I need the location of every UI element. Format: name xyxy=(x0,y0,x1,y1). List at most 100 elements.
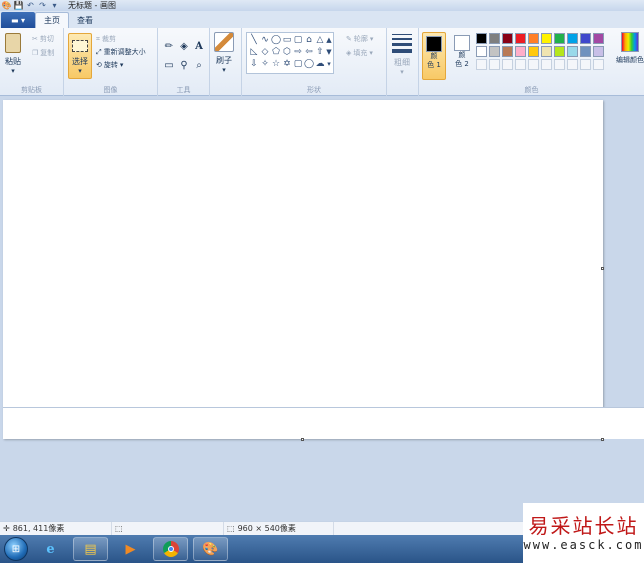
pencil-icon[interactable]: ✏ xyxy=(163,40,175,52)
five-point-star-shape-icon[interactable]: ☆ xyxy=(271,59,281,69)
more-shapes-icon[interactable]: ▾ xyxy=(325,59,333,69)
diamond-shape-icon[interactable]: ◇ xyxy=(260,47,270,57)
cloud-callout-shape-icon[interactable]: ☁ xyxy=(315,59,325,69)
palette-swatch[interactable] xyxy=(554,46,565,57)
palette-swatch[interactable] xyxy=(593,33,604,44)
palette-swatch[interactable] xyxy=(528,46,539,57)
file-menu-button[interactable]: ▬ ▾ xyxy=(1,12,35,28)
oval-callout-shape-icon[interactable]: ◯ xyxy=(304,59,314,69)
palette-swatch[interactable] xyxy=(502,46,513,57)
custom-color-slot[interactable] xyxy=(476,59,487,70)
up-arrow-shape-icon[interactable]: ⇧ xyxy=(315,47,325,57)
palette-swatch[interactable] xyxy=(528,33,539,44)
right-arrow-shape-icon[interactable]: ⇨ xyxy=(293,47,303,57)
select-button[interactable]: 选择 ▾ xyxy=(68,33,92,79)
fill-bucket-icon[interactable]: ◈ xyxy=(178,40,190,52)
custom-color-slot[interactable] xyxy=(502,59,513,70)
resize-handle-right[interactable] xyxy=(601,267,604,270)
custom-color-slot[interactable] xyxy=(528,59,539,70)
line-size-icon xyxy=(392,34,412,53)
paint-app-icon[interactable]: 🎨 xyxy=(2,1,12,10)
size-button[interactable]: 粗细 ▾ xyxy=(392,34,412,76)
canvas-size-icon: ⬚ xyxy=(227,524,235,533)
rounded-rectangle-shape-icon[interactable]: ▢ xyxy=(293,35,303,45)
fill-button[interactable]: ◈ 填充 ▾ xyxy=(346,48,373,58)
internet-explorer-icon[interactable]: e xyxy=(33,537,68,561)
left-arrow-shape-icon[interactable]: ⇦ xyxy=(304,47,314,57)
palette-swatch[interactable] xyxy=(515,33,526,44)
text-icon[interactable]: A xyxy=(193,40,205,52)
polygon-shape-icon[interactable]: ⌂ xyxy=(304,35,314,45)
resize-icon: ⤢ xyxy=(96,47,102,56)
custom-color-slot[interactable] xyxy=(554,59,565,70)
custom-color-slot[interactable] xyxy=(515,59,526,70)
custom-color-slot[interactable] xyxy=(541,59,552,70)
custom-color-slot[interactable] xyxy=(580,59,591,70)
color-picker-icon[interactable]: ⚲ xyxy=(178,59,190,71)
cut-button[interactable]: ✂ 剪切 xyxy=(32,34,54,44)
palette-swatch[interactable] xyxy=(554,33,565,44)
paste-button[interactable]: 粘贴 ▾ xyxy=(5,33,21,75)
undo-icon[interactable]: ↶ xyxy=(26,1,35,10)
line-shape-icon[interactable]: ╲ xyxy=(249,35,259,45)
four-point-star-shape-icon[interactable]: ✧ xyxy=(260,59,270,69)
canvas-extension[interactable] xyxy=(3,407,644,439)
customize-quick-access-icon[interactable]: ▾ xyxy=(50,1,59,10)
save-icon[interactable]: 💾 xyxy=(14,1,24,10)
clipboard-group-label: 剪贴板 xyxy=(21,86,42,94)
palette-swatch[interactable] xyxy=(580,33,591,44)
resize-handle-corner[interactable] xyxy=(601,438,604,441)
custom-color-slot[interactable] xyxy=(489,59,500,70)
rectangle-shape-icon[interactable]: ▭ xyxy=(282,35,292,45)
edit-colors-button[interactable]: 编辑颜色 xyxy=(616,32,644,65)
magnifier-icon[interactable]: ⌕ xyxy=(193,59,205,71)
oval-shape-icon[interactable]: ◯ xyxy=(271,35,281,45)
outline-button[interactable]: ✎ 轮廓 ▾ xyxy=(346,34,373,44)
resize-button[interactable]: ⤢ 重新调整大小 xyxy=(96,47,146,57)
scroll-down-icon[interactable]: ▼ xyxy=(325,47,333,57)
scroll-up-icon[interactable]: ▲ xyxy=(325,35,333,45)
hexagon-shape-icon[interactable]: ⬡ xyxy=(282,47,292,57)
right-triangle-shape-icon[interactable]: ◺ xyxy=(249,47,259,57)
color1-button[interactable]: 颜 色 1 xyxy=(422,32,446,80)
color2-button[interactable]: 颜 色 2 xyxy=(450,32,474,80)
paint-taskbar-icon[interactable]: 🎨 xyxy=(193,537,228,561)
palette-swatch[interactable] xyxy=(541,46,552,57)
start-button[interactable]: ⊞ xyxy=(4,537,28,561)
palette-swatch[interactable] xyxy=(502,33,513,44)
rounded-callout-shape-icon[interactable]: ▢ xyxy=(293,59,303,69)
palette-swatch[interactable] xyxy=(489,33,500,44)
crop-button[interactable]: ⌗ 裁剪 xyxy=(96,34,116,44)
palette-swatch[interactable] xyxy=(580,46,591,57)
media-player-icon[interactable]: ▶ xyxy=(113,537,148,561)
shapes-gallery: ╲ ∿ ◯ ▭ ▢ ⌂ △ ◺ ◇ ⬠ ⬡ ⇨ ⇦ ⇧ ⇩ ✧ ☆ ✡ ▢ ◯ … xyxy=(246,32,334,74)
custom-color-slot[interactable] xyxy=(593,59,604,70)
tab-home[interactable]: 主页 xyxy=(35,12,69,28)
redo-icon[interactable]: ↷ xyxy=(38,1,47,10)
brushes-button[interactable]: 刷子 ▾ xyxy=(214,32,234,74)
palette-swatch[interactable] xyxy=(489,46,500,57)
tab-view[interactable]: 查看 xyxy=(69,12,101,28)
pentagon-shape-icon[interactable]: ⬠ xyxy=(271,47,281,57)
file-explorer-icon[interactable]: ▤ xyxy=(73,537,108,561)
six-point-star-shape-icon[interactable]: ✡ xyxy=(282,59,292,69)
palette-swatch[interactable] xyxy=(567,46,578,57)
palette-swatch[interactable] xyxy=(515,46,526,57)
chrome-icon[interactable] xyxy=(153,537,188,561)
brushes-group: 刷子 ▾ xyxy=(210,28,242,96)
cursor-position: ✛ 861, 411像素 xyxy=(0,522,112,535)
resize-handle-bottom[interactable] xyxy=(301,438,304,441)
palette-swatch[interactable] xyxy=(476,46,487,57)
down-arrow-shape-icon[interactable]: ⇩ xyxy=(249,59,259,69)
custom-color-slot[interactable] xyxy=(567,59,578,70)
palette-swatch[interactable] xyxy=(541,33,552,44)
palette-swatch[interactable] xyxy=(567,33,578,44)
eraser-icon[interactable]: ▭ xyxy=(163,59,175,71)
copy-button[interactable]: ❐ 复制 xyxy=(32,48,54,58)
palette-swatch[interactable] xyxy=(476,33,487,44)
rotate-button[interactable]: ⟲ 旋转 ▾ xyxy=(96,60,123,70)
palette-swatch[interactable] xyxy=(593,46,604,57)
triangle-shape-icon[interactable]: △ xyxy=(315,35,325,45)
curve-shape-icon[interactable]: ∿ xyxy=(260,35,270,45)
drawing-canvas[interactable] xyxy=(3,100,603,439)
